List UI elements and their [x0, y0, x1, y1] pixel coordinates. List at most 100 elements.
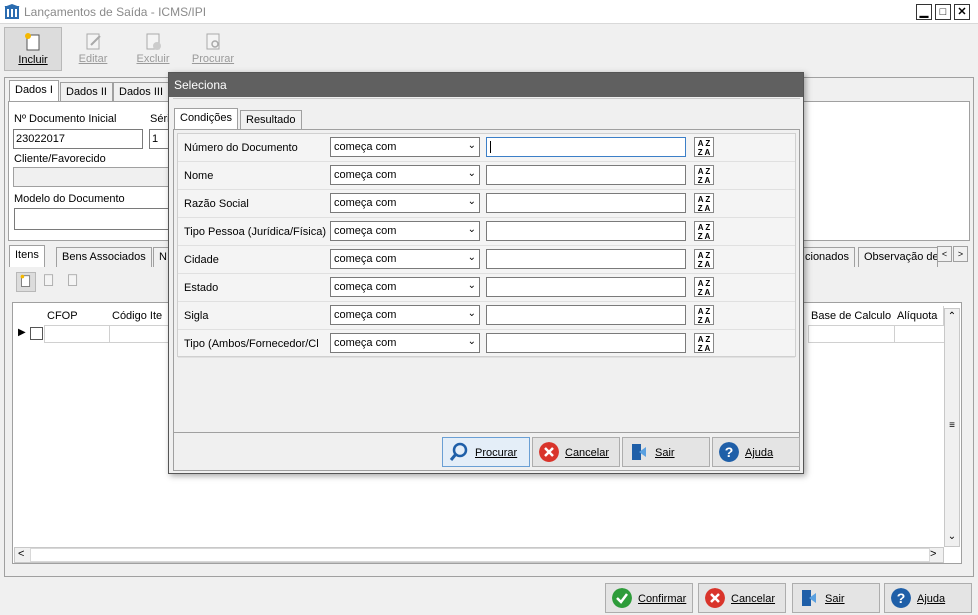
sort-top-label: A Z — [697, 223, 711, 232]
condition-operator-select[interactable]: começa com ⌄ — [330, 193, 480, 213]
check-icon — [612, 588, 632, 608]
confirmar-label: Confirmar — [638, 593, 687, 605]
chevron-down-icon: ⌄ — [467, 224, 476, 235]
tab-itens[interactable]: Itens — [9, 245, 45, 267]
edit-item-icon — [44, 274, 54, 286]
condition-operator-select[interactable]: começa com ⌄ — [330, 137, 480, 157]
sort-bottom-label: Z A — [697, 288, 711, 297]
tab-resultado[interactable]: Resultado — [240, 110, 302, 130]
sair-button[interactable]: Sair — [792, 583, 880, 613]
col-codigo-item[interactable]: Código Ite — [109, 306, 169, 326]
row-checkbox[interactable] — [30, 327, 43, 340]
sort-az-icon[interactable]: A ZZ A — [694, 333, 714, 353]
tabs-scroll-left[interactable]: < — [937, 246, 952, 262]
condition-value-input[interactable] — [486, 193, 686, 213]
condition-operator-select[interactable]: começa com ⌄ — [330, 249, 480, 269]
cancelar-label: Cancelar — [731, 593, 776, 605]
sort-bottom-label: Z A — [697, 260, 711, 269]
cell-codigo[interactable] — [109, 325, 169, 343]
sort-bottom-label: Z A — [697, 204, 711, 213]
cell-base[interactable] — [808, 325, 895, 343]
condition-value-input[interactable] — [486, 221, 686, 241]
svg-text:?: ? — [725, 444, 734, 460]
cell-aliquota[interactable] — [894, 325, 944, 343]
scroll-left-arrow[interactable]: < — [18, 548, 24, 560]
maximize-button[interactable]: □ — [935, 4, 951, 20]
tab-dados-iii[interactable]: Dados III — [113, 82, 170, 102]
scroll-up-arrow[interactable]: ⌃ — [945, 311, 959, 322]
chevron-down-icon: ⌄ — [467, 140, 476, 151]
condition-operator-select[interactable]: começa com ⌄ — [330, 221, 480, 241]
dialog-sair-button[interactable]: Sair — [622, 437, 710, 467]
procurar-button[interactable]: Procurar — [184, 27, 242, 71]
col-base-calculo[interactable]: Base de Calculo — [808, 306, 895, 326]
tab-observacao[interactable]: Observação de — [858, 247, 938, 267]
exit-door-icon — [632, 444, 646, 460]
condition-value-input[interactable] — [486, 249, 686, 269]
sort-az-icon[interactable]: A ZZ A — [694, 193, 714, 213]
condition-operator-select[interactable]: começa com ⌄ — [330, 305, 480, 325]
tab-condicoes[interactable]: Condições — [174, 108, 238, 129]
sort-az-icon[interactable]: A ZZ A — [694, 165, 714, 185]
close-button[interactable]: ✕ — [954, 4, 970, 20]
condition-value-input[interactable] — [486, 333, 686, 353]
item-delete-button[interactable] — [64, 272, 84, 292]
item-edit-button[interactable] — [40, 272, 60, 292]
hscroll-thumb[interactable] — [30, 548, 930, 562]
cell-cfop[interactable] — [44, 325, 110, 343]
condition-operator-select[interactable]: começa com ⌄ — [330, 333, 480, 353]
dialog-cancelar-button[interactable]: Cancelar — [532, 437, 620, 467]
delete-document-icon — [146, 33, 161, 50]
condition-value-input[interactable] — [486, 165, 686, 185]
confirmar-button[interactable]: Confirmar — [605, 583, 693, 613]
tab-dados-i[interactable]: Dados I — [9, 80, 59, 102]
editar-button[interactable]: Editar — [64, 27, 122, 71]
tab-relacionados[interactable]: cionados — [799, 247, 856, 267]
scroll-down-arrow[interactable]: ⌄ — [945, 531, 959, 542]
sort-az-icon[interactable]: A ZZ A — [694, 277, 714, 297]
chevron-down-icon: ⌄ — [467, 168, 476, 179]
sort-top-label: A Z — [697, 139, 711, 148]
sort-az-icon[interactable]: A ZZ A — [694, 305, 714, 325]
current-row-indicator: ▶ — [18, 327, 26, 338]
serie-field[interactable]: 1 — [149, 129, 169, 149]
condition-operator-select[interactable]: começa com ⌄ — [330, 165, 480, 185]
scroll-thumb-grip[interactable]: ≡ — [945, 420, 959, 431]
condition-value-input[interactable] — [486, 305, 686, 325]
tab-bens-associados[interactable]: Bens Associados — [56, 247, 152, 267]
dialog-ajuda-button[interactable]: ? Ajuda — [712, 437, 800, 467]
condition-row: Razão Social começa com ⌄ A ZZ A — [178, 190, 795, 218]
scroll-right-arrow[interactable]: > — [930, 548, 936, 560]
sort-top-label: A Z — [697, 307, 711, 316]
dialog-procurar-button[interactable]: Procurar — [442, 437, 530, 467]
tab-dados-ii[interactable]: Dados II — [60, 82, 113, 102]
minimize-button[interactable]: ▁ — [916, 4, 932, 20]
ajuda-button[interactable]: ? Ajuda — [884, 583, 972, 613]
condition-operator-select[interactable]: começa com ⌄ — [330, 277, 480, 297]
col-cfop[interactable]: CFOP — [44, 306, 110, 326]
condition-row: Sigla começa com ⌄ A ZZ A — [178, 302, 795, 330]
condition-value-input[interactable] — [486, 277, 686, 297]
condition-label: Estado — [184, 282, 219, 294]
sort-az-icon[interactable]: A ZZ A — [694, 137, 714, 157]
title-bar: Lançamentos de Saída - ICMS/IPI ▁ □ ✕ — [0, 0, 978, 24]
sort-bottom-label: Z A — [697, 148, 711, 157]
sort-top-label: A Z — [697, 195, 711, 204]
incluir-button[interactable]: Incluir — [4, 27, 62, 71]
condition-value-input[interactable] — [486, 137, 686, 157]
operator-value: começa com — [334, 169, 397, 181]
sort-az-icon[interactable]: A ZZ A — [694, 249, 714, 269]
col-aliquota[interactable]: Alíquota — [894, 306, 944, 326]
doc-inicial-field[interactable]: 23022017 — [13, 129, 143, 149]
cliente-field[interactable] — [13, 167, 169, 187]
operator-value: começa com — [334, 337, 397, 349]
cancelar-button[interactable]: Cancelar — [698, 583, 786, 613]
item-add-button[interactable] — [16, 272, 36, 292]
excluir-button[interactable]: Excluir — [124, 27, 182, 71]
sort-az-icon[interactable]: A ZZ A — [694, 221, 714, 241]
sort-bottom-label: Z A — [697, 344, 711, 353]
modelo-field[interactable] — [14, 208, 169, 230]
dialog-title: Seleciona — [169, 73, 803, 97]
tabs-scroll-right[interactable]: > — [953, 246, 968, 262]
doc-inicial-label: Nº Documento Inicial — [14, 113, 117, 125]
